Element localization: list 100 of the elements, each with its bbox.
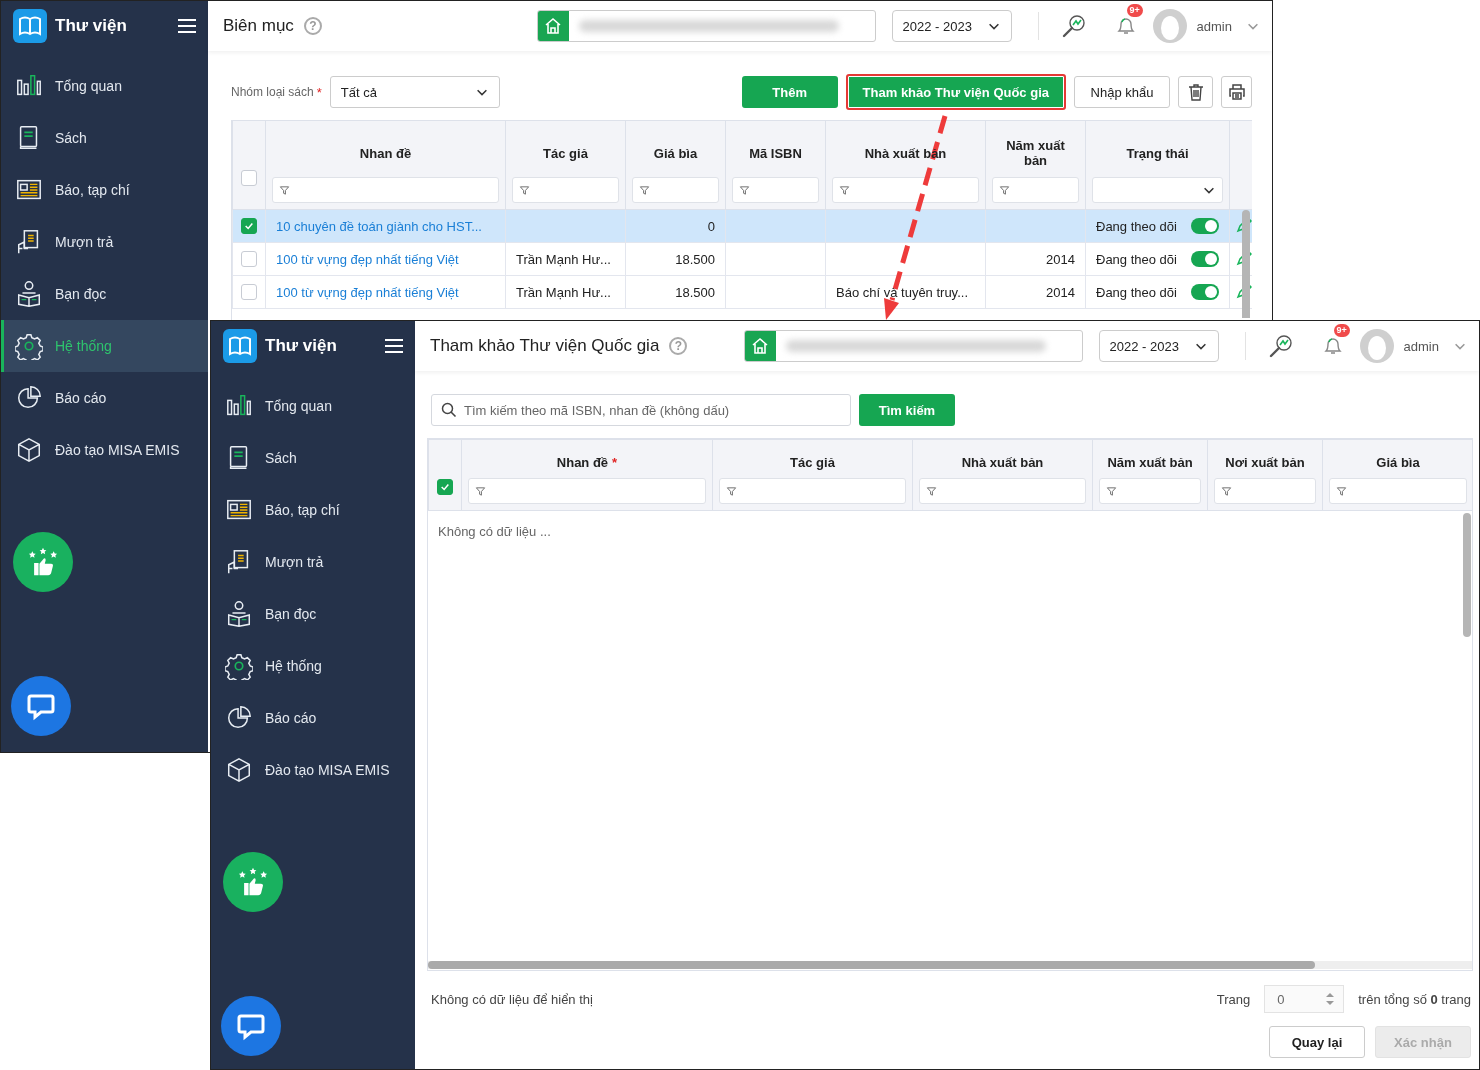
thumbs-up-stars-icon bbox=[237, 866, 269, 898]
filter-field[interactable] bbox=[1092, 177, 1223, 203]
table-cell: 18.500 bbox=[675, 284, 715, 300]
sidebar-item[interactable]: Mượn trả bbox=[211, 536, 415, 588]
avatar-icon[interactable] bbox=[1359, 329, 1394, 363]
chat-button[interactable] bbox=[11, 676, 71, 736]
sidebar-item[interactable]: Sách bbox=[1, 112, 208, 164]
menu-icon[interactable] bbox=[178, 18, 196, 34]
status-text: Đang theo dõi bbox=[1096, 284, 1177, 300]
scrollbar[interactable] bbox=[1242, 210, 1250, 318]
checkbox[interactable] bbox=[241, 218, 257, 235]
column-header[interactable]: Nhan đề bbox=[556, 454, 609, 470]
filter-field[interactable] bbox=[632, 177, 719, 203]
page-field[interactable]: 0 bbox=[1264, 985, 1345, 1013]
print-button[interactable] bbox=[1221, 76, 1252, 108]
filter-field[interactable] bbox=[1214, 478, 1316, 504]
column-header[interactable]: Trạng thái bbox=[1126, 145, 1189, 161]
cube-icon bbox=[15, 436, 43, 464]
sidebar-item[interactable]: Báo cáo bbox=[1, 372, 208, 424]
sidebar-item[interactable]: Tổng quan bbox=[1, 60, 208, 112]
sidebar-item[interactable]: Báo, tạp chí bbox=[1, 164, 208, 216]
dialog-button[interactable]: Quay lại bbox=[1269, 1026, 1365, 1058]
table-cell: 2014 bbox=[1046, 284, 1075, 300]
column-header[interactable]: Năm xuất bản bbox=[1107, 454, 1193, 470]
spinner-arrows-icon[interactable] bbox=[1325, 991, 1336, 1007]
app-logo bbox=[223, 329, 257, 363]
sidebar-item[interactable]: Đào tạo MISA EMIS bbox=[211, 744, 415, 796]
app-name: Thư viện bbox=[55, 16, 128, 36]
filter-field[interactable] bbox=[919, 478, 1086, 504]
page-title: Tham khảo Thư viện Quốc gia bbox=[430, 336, 660, 356]
filter-field[interactable] bbox=[719, 478, 906, 504]
search-chart-icon[interactable] bbox=[1267, 333, 1294, 359]
column-header[interactable]: Năm xuất bản bbox=[1006, 138, 1065, 168]
check-icon bbox=[244, 221, 254, 232]
search-field[interactable]: Tìm kiếm theo mã ISBN, nhan đề (không dấu) bbox=[431, 394, 851, 426]
year-select[interactable]: 2022 - 2023 bbox=[1098, 330, 1219, 362]
sidebar-item[interactable]: Bạn đọc bbox=[211, 588, 415, 640]
school-field[interactable] bbox=[536, 10, 876, 42]
funnel-icon bbox=[839, 184, 850, 196]
rating-button[interactable] bbox=[223, 852, 283, 912]
sidebar-item[interactable]: Hệ thống bbox=[211, 640, 415, 692]
column-header[interactable]: Nhà xuất bản bbox=[961, 454, 1044, 470]
sidebar-item[interactable]: Hệ thống bbox=[1, 320, 208, 372]
required-mark: * bbox=[612, 454, 618, 470]
school-field[interactable] bbox=[743, 330, 1083, 362]
toggle-switch[interactable] bbox=[1191, 284, 1219, 300]
gear-icon bbox=[15, 332, 43, 360]
column-header[interactable]: Nơi xuất bản bbox=[1225, 454, 1305, 470]
table-cell: Báo chí và tuyên truy... bbox=[836, 284, 968, 300]
sidebar-item[interactable]: Đào tạo MISA EMIS bbox=[1, 424, 208, 476]
funnel-icon bbox=[279, 184, 290, 196]
sidebar-item[interactable]: Báo, tạp chí bbox=[211, 484, 415, 536]
filter-field[interactable] bbox=[732, 177, 819, 203]
user-name[interactable]: admin bbox=[1196, 18, 1232, 34]
funnel-icon bbox=[999, 184, 1010, 196]
chat-button[interactable] bbox=[221, 996, 281, 1056]
checkbox[interactable] bbox=[241, 251, 257, 268]
checkbox[interactable] bbox=[241, 284, 257, 301]
search-chart-icon[interactable] bbox=[1060, 13, 1087, 39]
rating-button[interactable] bbox=[13, 532, 73, 592]
printer-icon bbox=[1226, 82, 1247, 102]
avatar-icon[interactable] bbox=[1152, 9, 1187, 43]
menu-icon[interactable] bbox=[385, 338, 403, 354]
funnel-icon bbox=[475, 485, 486, 497]
column-header[interactable]: Giá bìa bbox=[1376, 454, 1420, 470]
filter-field[interactable] bbox=[832, 177, 979, 203]
funnel-icon bbox=[519, 184, 530, 196]
sidebar-item[interactable]: Bạn đọc bbox=[1, 268, 208, 320]
toggle-switch[interactable] bbox=[1191, 251, 1219, 267]
notification-badge: 9+ bbox=[1333, 323, 1350, 337]
checkbox[interactable] bbox=[437, 479, 453, 496]
column-header[interactable]: Nhan đề bbox=[359, 145, 412, 161]
column-header[interactable]: Tác giả bbox=[790, 454, 835, 470]
scrollbar[interactable] bbox=[1463, 513, 1471, 637]
search-icon bbox=[441, 402, 457, 418]
filter-field[interactable] bbox=[272, 177, 499, 203]
category-select[interactable]: Tất cả bbox=[329, 76, 500, 108]
sidebar-item[interactable]: Báo cáo bbox=[211, 692, 415, 744]
delete-button[interactable] bbox=[1178, 76, 1213, 108]
filter-field[interactable] bbox=[1329, 478, 1467, 504]
sidebar-item[interactable]: Sách bbox=[211, 432, 415, 484]
column-header[interactable]: Mã ISBN bbox=[749, 145, 802, 161]
filter-field[interactable] bbox=[468, 478, 706, 504]
action-button[interactable]: Nhập khẩu bbox=[1074, 76, 1170, 108]
app-name: Thư viện bbox=[265, 336, 338, 356]
checkbox[interactable] bbox=[241, 170, 257, 187]
sidebar-item[interactable]: Mượn trả bbox=[1, 216, 208, 268]
app-logo bbox=[13, 9, 47, 43]
funnel-icon bbox=[739, 184, 750, 196]
filter-field[interactable] bbox=[992, 177, 1079, 203]
year-select[interactable]: 2022 - 2023 bbox=[891, 10, 1012, 42]
column-header[interactable]: Tác giả bbox=[543, 145, 588, 161]
filter-field[interactable] bbox=[512, 177, 619, 203]
scrollbar[interactable] bbox=[428, 961, 1472, 969]
sidebar-item[interactable]: Tổng quan bbox=[211, 380, 415, 432]
table-cell: 18.500 bbox=[675, 251, 715, 267]
filter-field[interactable] bbox=[1099, 478, 1201, 504]
column-header[interactable]: Giá bìa bbox=[653, 145, 698, 161]
user-name[interactable]: admin bbox=[1403, 338, 1439, 354]
toggle-switch[interactable] bbox=[1191, 218, 1219, 234]
